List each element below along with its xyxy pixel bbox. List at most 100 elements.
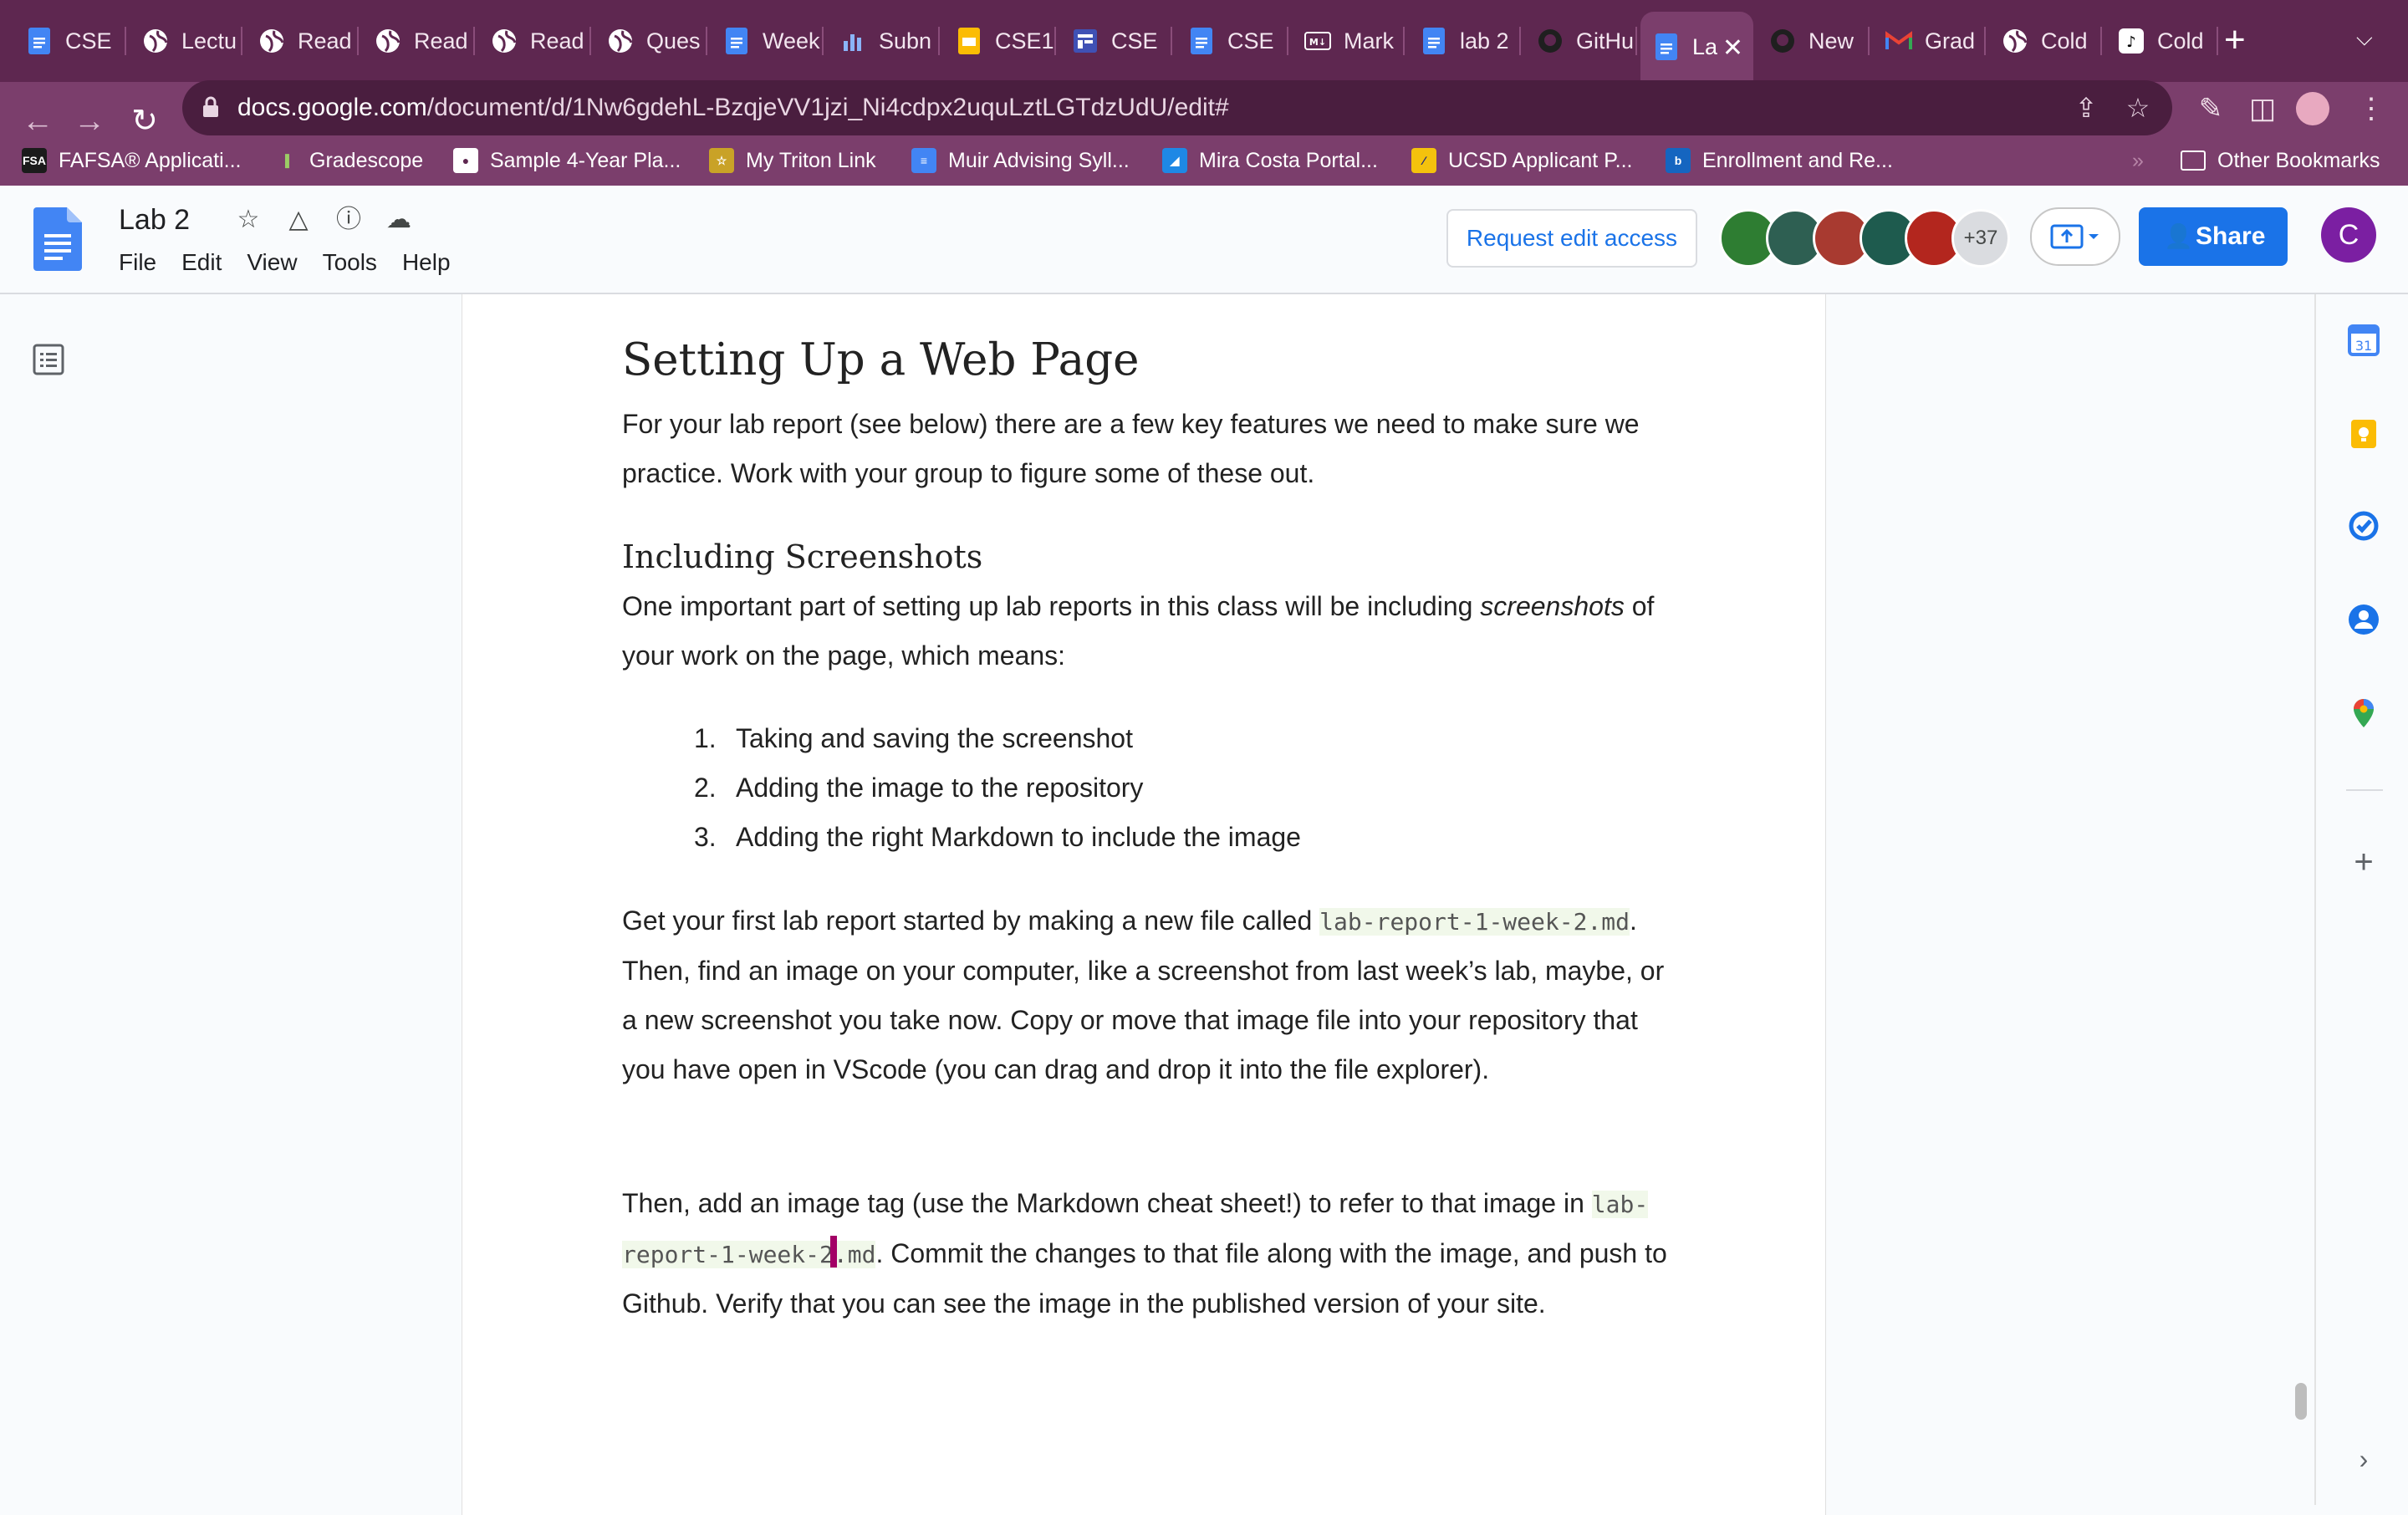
tab-label: New xyxy=(1809,28,1854,54)
tab-separator xyxy=(125,27,126,55)
side-panel-divider xyxy=(2346,789,2383,791)
forward-icon[interactable]: → xyxy=(70,102,109,140)
tab-separator xyxy=(706,27,707,55)
profile-avatar[interactable] xyxy=(2296,92,2329,125)
menu-edit[interactable]: Edit xyxy=(181,249,222,276)
bookmark-label: Enrollment and Re... xyxy=(1702,148,1893,172)
tab-separator xyxy=(241,27,242,55)
tab-separator xyxy=(1519,27,1521,55)
browser-tab[interactable]: Read xyxy=(478,15,591,67)
browser-tab[interactable]: Cold xyxy=(1989,15,2102,67)
globe-icon xyxy=(606,27,635,55)
bookmark-label: Mira Costa Portal... xyxy=(1199,148,1378,172)
docs-icon: ≡ xyxy=(911,148,936,173)
bookmark-item[interactable]: ● Sample 4-Year Pla... xyxy=(453,144,681,177)
tab-search-icon[interactable]: ⌵ xyxy=(2356,25,2373,52)
menu-file[interactable]: File xyxy=(119,249,156,276)
reload-icon[interactable]: ↻ xyxy=(125,102,164,140)
maps-icon[interactable] xyxy=(2348,697,2380,729)
bookmark-label: My Triton Link xyxy=(746,148,876,172)
browser-tab[interactable]: New xyxy=(1757,15,1870,67)
star-icon[interactable]: ☆ xyxy=(232,204,264,236)
browser-tab[interactable]: Week xyxy=(711,15,824,67)
image-tag-paragraph: Then, add an image tag (use the Markdown… xyxy=(622,1188,1667,1319)
share-page-icon[interactable]: ⇪ xyxy=(2070,92,2102,124)
share-button[interactable]: 👤 Share xyxy=(2139,207,2288,266)
move-to-drive-icon[interactable]: △ xyxy=(283,204,314,236)
request-edit-access-button[interactable]: Request edit access xyxy=(1446,209,1697,268)
cloud-status-icon[interactable]: ☁ xyxy=(383,204,415,236)
menu-tools[interactable]: Tools xyxy=(323,249,377,276)
side-panel: 31 + › xyxy=(2314,294,2408,1505)
intro-paragraph: For your lab report (see below) there ar… xyxy=(622,409,1640,488)
menu-view[interactable]: View xyxy=(247,249,297,276)
extensions-icon[interactable]: ✎ xyxy=(2192,90,2229,127)
address-bar[interactable]: docs.google.com/document/d/1Nw6gdehL-Bzq… xyxy=(182,80,2172,135)
present-button[interactable] xyxy=(2030,207,2120,266)
close-tab-icon[interactable]: ✕ xyxy=(1722,33,1743,63)
browser-tab[interactable]: ♪ Cold xyxy=(2105,15,2218,67)
inline-code-filename: lab-report-1-week-2.md xyxy=(1319,908,1630,936)
new-tab-button[interactable]: + xyxy=(2224,20,2246,60)
tasks-icon[interactable] xyxy=(2348,510,2380,542)
tab-separator xyxy=(473,27,475,55)
document-title[interactable]: Lab 2 xyxy=(119,204,190,237)
user-avatar[interactable]: C xyxy=(2321,207,2376,263)
more-collaborators-badge[interactable]: +37 xyxy=(1951,209,2010,268)
browser-tab[interactable]: Ques xyxy=(594,15,707,67)
browser-tab[interactable]: CSE1 xyxy=(943,15,1056,67)
bookmark-item[interactable]: ≡ Muir Advising Syll... xyxy=(911,144,1130,177)
bookmarks-overflow-icon[interactable]: » xyxy=(2132,144,2144,177)
miracosta-icon: ◢ xyxy=(1162,148,1187,173)
document-outline-icon[interactable] xyxy=(32,343,65,376)
ucsd-icon: ∕ xyxy=(1411,148,1436,173)
bookmark-star-icon[interactable]: ☆ xyxy=(2122,92,2154,124)
browser-tab[interactable]: Subn xyxy=(827,15,940,67)
browser-tab[interactable]: lab 2 xyxy=(1408,15,1521,67)
menu-help[interactable]: Help xyxy=(402,249,451,276)
browser-tab[interactable]: CSE xyxy=(1059,15,1172,67)
browser-tab[interactable]: Grad xyxy=(1873,15,1986,67)
screenshots-paragraph: One important part of setting up lab rep… xyxy=(622,591,1655,671)
docs-icon xyxy=(1652,33,1681,61)
browser-tab[interactable]: Lectu xyxy=(130,15,242,67)
browser-tab[interactable]: GitHu xyxy=(1524,15,1637,67)
browser-tab[interactable]: CSE xyxy=(13,15,126,67)
expand-panel-icon[interactable]: › xyxy=(2348,1443,2380,1475)
browser-tab[interactable]: CSE xyxy=(1176,15,1288,67)
heading-setting-up-web-page: Setting Up a Web Page xyxy=(622,334,1140,385)
tab-label: Read xyxy=(298,28,352,54)
side-panel-icon[interactable]: ◫ xyxy=(2244,90,2281,127)
bookmark-item[interactable]: ☆ My Triton Link xyxy=(709,144,876,177)
calendar-icon[interactable]: 31 xyxy=(2348,324,2380,356)
back-icon[interactable]: ← xyxy=(18,102,57,140)
tab-label: La xyxy=(1692,33,1718,59)
bookmark-item[interactable]: ◢ Mira Costa Portal... xyxy=(1162,144,1378,177)
docs-icon xyxy=(25,27,54,55)
browser-tab[interactable]: La ✕ xyxy=(1640,12,1753,82)
other-bookmarks[interactable]: Other Bookmarks xyxy=(2181,144,2380,177)
bookmark-item[interactable]: ▐ Gradescope xyxy=(273,144,423,177)
heading-including-screenshots: Including Screenshots xyxy=(622,538,983,575)
b-icon: b xyxy=(1666,148,1691,173)
bookmark-item[interactable]: FSA FAFSA® Applicati... xyxy=(22,144,242,177)
page-scrollbar-thumb[interactable] xyxy=(2295,1383,2307,1420)
browser-menu-icon[interactable]: ⋮ xyxy=(2353,90,2390,127)
google-docs-logo-icon[interactable] xyxy=(33,207,82,271)
info-icon[interactable]: ⓘ xyxy=(333,204,365,236)
browser-tab[interactable]: Read xyxy=(246,15,359,67)
bookmark-item[interactable]: b Enrollment and Re... xyxy=(1666,144,1893,177)
keep-icon[interactable] xyxy=(2348,418,2380,450)
tab-label: Ques xyxy=(646,28,701,54)
tab-label: Subn xyxy=(879,28,932,54)
gmail-icon xyxy=(1885,27,1913,55)
browser-tab[interactable]: M↓ Mark xyxy=(1292,15,1405,67)
tab-label: CSE xyxy=(1227,28,1274,54)
browser-tab[interactable]: Read xyxy=(362,15,475,67)
bookmark-item[interactable]: ∕ UCSD Applicant P... xyxy=(1411,144,1632,177)
add-addon-icon[interactable]: + xyxy=(2348,845,2380,879)
docs-header: Lab 2 ☆ △ ⓘ ☁ File Edit View Tools Help … xyxy=(0,186,2408,294)
tab-label: Read xyxy=(414,28,468,54)
bookmark-label: UCSD Applicant P... xyxy=(1448,148,1633,172)
contacts-icon[interactable] xyxy=(2348,604,2380,635)
